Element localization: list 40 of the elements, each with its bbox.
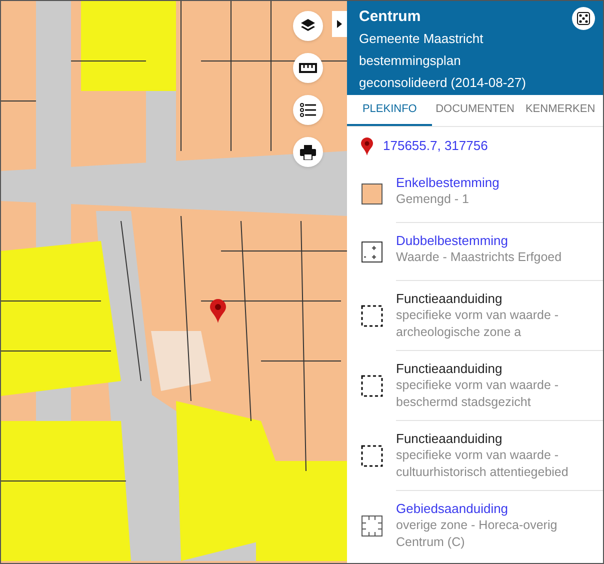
tab[interactable]: DOCUMENTEN — [432, 95, 518, 126]
coordinates-link[interactable]: 175655.7, 317756 — [383, 136, 488, 156]
map-pin-icon — [361, 136, 373, 156]
category-detail: specifieke vorm van waarde - — [396, 447, 560, 464]
category-detail: Centrum (C) — [396, 534, 466, 551]
category-detail: Waarde - Maastrichts Erfgoed — [396, 249, 563, 266]
category-detail: cultuurhistorisch attentiegebied — [396, 464, 570, 481]
category-link[interactable]: Gebiedsaanduiding — [396, 500, 603, 517]
dashed-square-icon — [361, 445, 383, 467]
panel-title: Centrum — [359, 7, 421, 27]
category-link[interactable]: Dubbelbestemming — [396, 232, 603, 249]
ruler-icon — [299, 63, 317, 73]
category-title: Functieaanduiding — [396, 290, 504, 307]
plan-info-line: Gemeente Maastricht — [359, 30, 484, 48]
category-detail: Gemengd - 1 — [396, 191, 470, 208]
layers-icon — [300, 18, 316, 34]
tab[interactable]: PLEKINFO — [347, 95, 432, 126]
category-detail: beschermd stadsgezicht — [396, 394, 532, 411]
plan-info-line: geconsolideerd (2014-08-27) — [359, 74, 527, 92]
dashed-square-icon — [361, 375, 383, 397]
corner-marks-icon — [361, 515, 383, 537]
category-detail: archeologische zone a — [396, 324, 522, 341]
list-icon — [300, 103, 316, 117]
dashed-square-icon — [361, 305, 383, 327]
category-link[interactable]: Enkelbestemming — [396, 174, 603, 191]
category-title: Functieaanduiding — [396, 360, 504, 377]
print-icon — [300, 144, 316, 160]
dice-icon — [577, 12, 590, 25]
caret-icon — [337, 20, 342, 28]
category-detail: overige zone - Horeca-overig — [396, 517, 558, 534]
map-pin-icon — [210, 299, 226, 323]
plus-pattern-icon — [361, 241, 383, 263]
fill-swatch-icon — [361, 183, 383, 205]
plan-info-line: bestemmingsplan — [359, 52, 462, 70]
collapse-tab[interactable] — [332, 11, 347, 37]
random-button[interactable] — [572, 7, 595, 30]
category-title: Functieaanduiding — [396, 430, 504, 447]
tab[interactable]: KENMERKEN — [518, 95, 603, 126]
category-detail: specifieke vorm van waarde - — [396, 307, 560, 324]
category-detail: specifieke vorm van waarde - — [396, 377, 560, 394]
